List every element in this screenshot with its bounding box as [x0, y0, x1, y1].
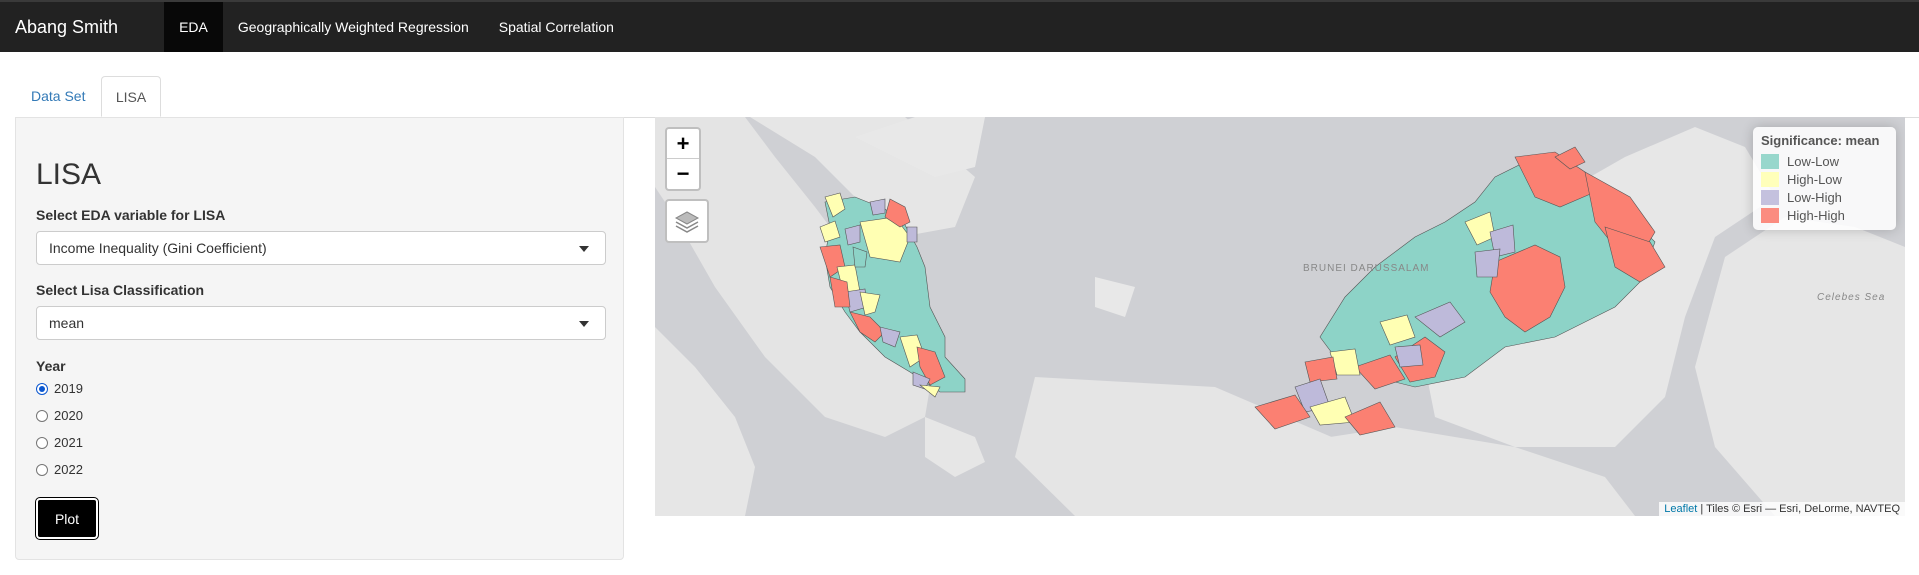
brand-title[interactable]: Abang Smith [0, 2, 164, 52]
legend-title: Significance: mean [1761, 133, 1880, 148]
tab-lisa[interactable]: LISA [101, 76, 161, 117]
layers-icon [674, 211, 700, 233]
legend-item-high-low: High-Low [1761, 170, 1888, 188]
map-attribution: Leaflet | Tiles © Esri — Esri, DeLorme, … [1659, 502, 1905, 516]
legend-item-high-high: High-High [1761, 206, 1888, 224]
tab-bar: Data Set LISA [15, 76, 1919, 118]
classification-label: Select Lisa Classification [36, 282, 205, 298]
legend-swatch [1761, 171, 1779, 187]
layers-button[interactable] [665, 199, 709, 243]
year-option-2022[interactable]: 2022 [36, 462, 83, 477]
legend-item-low-high: Low-High [1761, 188, 1888, 206]
leaflet-link[interactable]: Leaflet [1664, 503, 1697, 515]
legend-item-low-low: Low-Low [1761, 152, 1888, 170]
chevron-down-icon [579, 321, 589, 327]
legend-label: Low-High [1787, 189, 1842, 205]
year-option-label: 2021 [54, 435, 83, 450]
classification-select-value: mean [49, 315, 85, 331]
zoom-control: + − [665, 127, 701, 191]
zoom-out-button[interactable]: − [667, 159, 699, 188]
radio-button[interactable] [36, 382, 48, 395]
radio-button[interactable] [36, 409, 48, 422]
map-legend: Significance: mean Low-Low High-Low Low-… [1753, 127, 1896, 230]
legend-swatch [1761, 153, 1779, 169]
variable-select-value: Income Inequality (Gini Coefficient) [49, 240, 267, 256]
tab-data-set[interactable]: Data Set [15, 76, 101, 116]
year-option-2020[interactable]: 2020 [36, 408, 83, 423]
year-option-2019[interactable]: 2019 [36, 381, 83, 396]
radio-button[interactable] [36, 463, 48, 476]
year-option-2021[interactable]: 2021 [36, 435, 83, 450]
classification-select[interactable]: mean [36, 306, 606, 340]
plot-button[interactable]: Plot [35, 497, 99, 540]
lisa-map[interactable]: BRUNEI DARUSSALAM Celebes Sea + − Signif… [655, 117, 1905, 516]
place-label-brunei: BRUNEI DARUSSALAM [1303, 263, 1430, 274]
legend-label: High-High [1787, 207, 1845, 223]
nav-eda[interactable]: EDA [164, 2, 223, 52]
legend-swatch [1761, 189, 1779, 205]
radio-button[interactable] [36, 436, 48, 449]
top-navbar: Abang Smith EDA Geographically Weighted … [0, 0, 1919, 52]
place-label-celebes-sea: Celebes Sea [1817, 292, 1886, 303]
year-option-label: 2020 [54, 408, 83, 423]
basemap [655, 117, 1905, 516]
sidebar-panel: LISA Select EDA variable for LISA Income… [15, 117, 624, 560]
zoom-in-button[interactable]: + [667, 129, 699, 159]
attribution-text: | Tiles © Esri — Esri, DeLorme, NAVTEQ [1697, 503, 1900, 515]
legend-label: Low-Low [1787, 153, 1840, 169]
legend-label: High-Low [1787, 171, 1842, 187]
chevron-down-icon [579, 246, 589, 252]
year-option-label: 2022 [54, 462, 83, 477]
sidebar-title: LISA [36, 158, 102, 191]
year-option-label: 2019 [54, 381, 83, 396]
variable-label: Select EDA variable for LISA [36, 207, 226, 223]
legend-swatch [1761, 207, 1779, 223]
nav-spatial-correlation[interactable]: Spatial Correlation [484, 2, 629, 52]
variable-select[interactable]: Income Inequality (Gini Coefficient) [36, 231, 606, 265]
nav-gwr[interactable]: Geographically Weighted Regression [223, 2, 484, 52]
year-label: Year [36, 358, 66, 374]
